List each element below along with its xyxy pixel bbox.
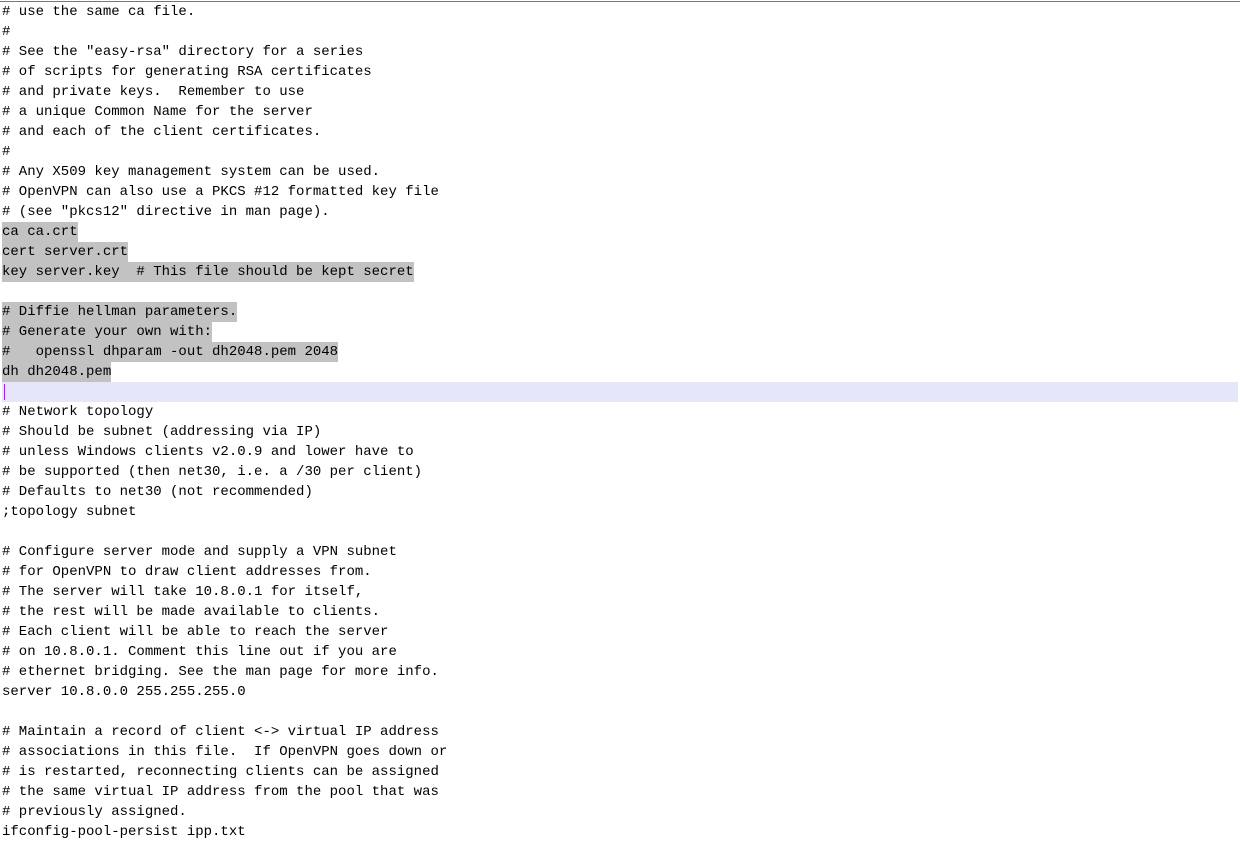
code-line[interactable]: # the rest will be made available to cli…: [2, 602, 1238, 622]
code-line[interactable]: server 10.8.0.0 255.255.255.0: [2, 682, 1238, 702]
code-line[interactable]: # Diffie hellman parameters.: [2, 302, 1238, 322]
code-line[interactable]: # and each of the client certificates.: [2, 122, 1238, 142]
code-line[interactable]: [2, 522, 1238, 542]
code-line[interactable]: # unless Windows clients v2.0.9 and lowe…: [2, 442, 1238, 462]
code-line[interactable]: ;topology subnet: [2, 502, 1238, 522]
text-editor-view[interactable]: # use the same ca file.## See the "easy-…: [0, 1, 1240, 862]
code-line[interactable]: # Defaults to net30 (not recommended): [2, 482, 1238, 502]
code-line[interactable]: # for OpenVPN to draw client addresses f…: [2, 562, 1238, 582]
selection-span[interactable]: cert server.crt: [2, 242, 128, 262]
code-line[interactable]: # on 10.8.0.1. Comment this line out if …: [2, 642, 1238, 662]
code-line[interactable]: # Each client will be able to reach the …: [2, 622, 1238, 642]
selection-span[interactable]: key server.key # This file should be kep…: [2, 262, 414, 282]
code-line[interactable]: # be supported (then net30, i.e. a /30 p…: [2, 462, 1238, 482]
selection-span[interactable]: # Diffie hellman parameters.: [2, 302, 237, 322]
code-line[interactable]: # The server will take 10.8.0.1 for itse…: [2, 582, 1238, 602]
code-line[interactable]: # Generate your own with:: [2, 322, 1238, 342]
code-line[interactable]: # use the same ca file.: [2, 2, 1238, 22]
code-line[interactable]: # OpenVPN can also use a PKCS #12 format…: [2, 182, 1238, 202]
code-line[interactable]: [2, 282, 1238, 302]
selection-span[interactable]: # openssl dhparam -out dh2048.pem 2048: [2, 342, 338, 362]
code-line[interactable]: ca ca.crt: [2, 222, 1238, 242]
text-caret: [4, 384, 5, 400]
code-line[interactable]: # openssl dhparam -out dh2048.pem 2048: [2, 342, 1238, 362]
code-line[interactable]: # a unique Common Name for the server: [2, 102, 1238, 122]
code-line[interactable]: # of scripts for generating RSA certific…: [2, 62, 1238, 82]
code-line[interactable]: # and private keys. Remember to use: [2, 82, 1238, 102]
code-line[interactable]: # is restarted, reconnecting clients can…: [2, 762, 1238, 782]
code-line[interactable]: # Maintain a record of client <-> virtua…: [2, 722, 1238, 742]
code-line[interactable]: # Should be subnet (addressing via IP): [2, 422, 1238, 442]
code-line[interactable]: # See the "easy-rsa" directory for a ser…: [2, 42, 1238, 62]
code-line[interactable]: # Any X509 key management system can be …: [2, 162, 1238, 182]
code-line[interactable]: #: [2, 22, 1238, 42]
code-line[interactable]: # ethernet bridging. See the man page fo…: [2, 662, 1238, 682]
selection-span[interactable]: # Generate your own with:: [2, 322, 212, 342]
code-line[interactable]: # associations in this file. If OpenVPN …: [2, 742, 1238, 762]
code-line[interactable]: # Network topology: [2, 402, 1238, 422]
code-line[interactable]: [2, 842, 1238, 862]
code-line[interactable]: [2, 702, 1238, 722]
code-line[interactable]: # previously assigned.: [2, 802, 1238, 822]
code-line[interactable]: # the same virtual IP address from the p…: [2, 782, 1238, 802]
selection-span[interactable]: ca ca.crt: [2, 222, 78, 242]
code-line[interactable]: ifconfig-pool-persist ipp.txt: [2, 822, 1238, 842]
selection-span[interactable]: dh dh2048.pem: [2, 362, 111, 382]
code-line[interactable]: # (see "pkcs12" directive in man page).: [2, 202, 1238, 222]
cursor-line[interactable]: [2, 382, 1238, 402]
code-line[interactable]: dh dh2048.pem: [2, 362, 1238, 382]
code-line[interactable]: key server.key # This file should be kep…: [2, 262, 1238, 282]
code-line[interactable]: # Configure server mode and supply a VPN…: [2, 542, 1238, 562]
code-line[interactable]: #: [2, 142, 1238, 162]
code-line[interactable]: cert server.crt: [2, 242, 1238, 262]
